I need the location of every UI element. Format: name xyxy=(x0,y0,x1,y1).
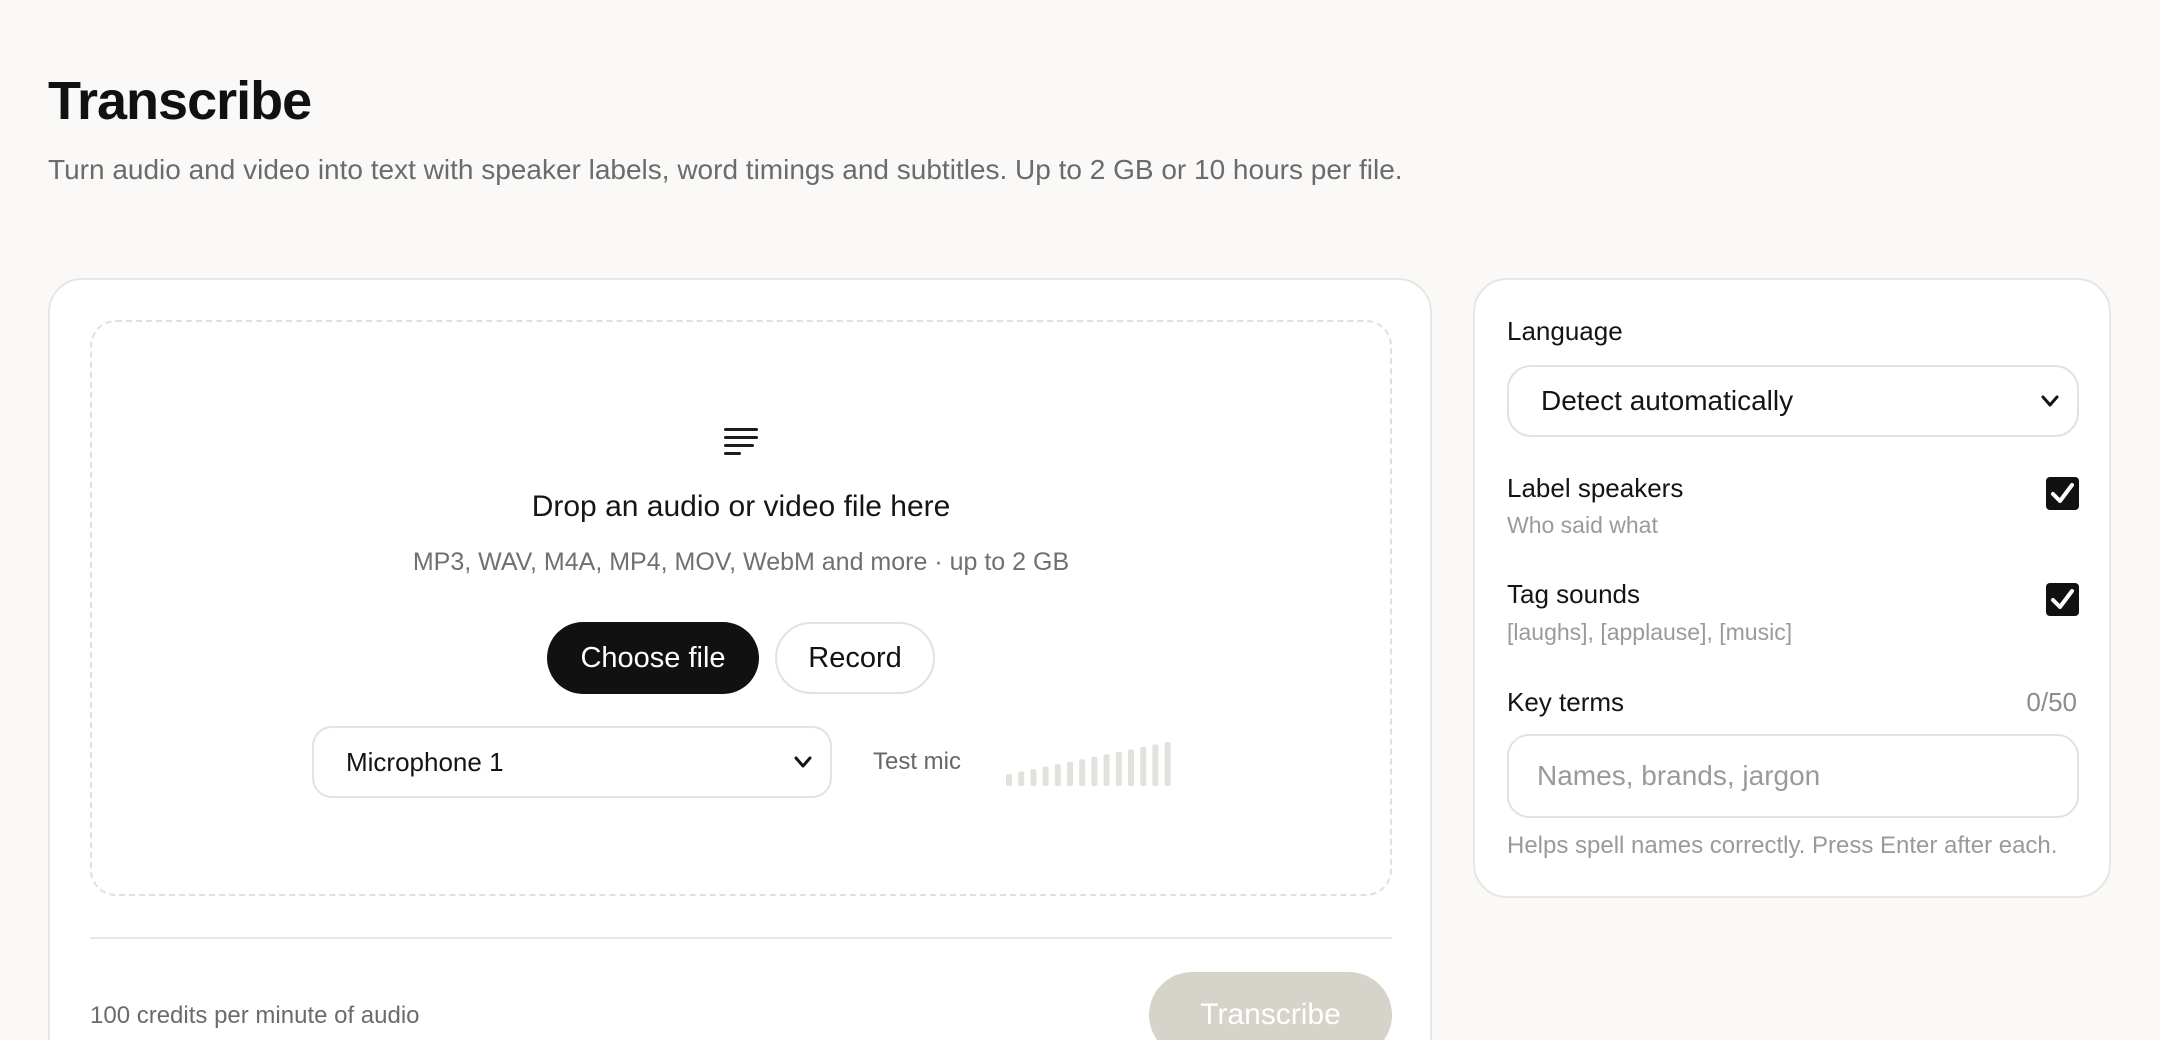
mic-level-bar xyxy=(1018,771,1025,786)
checkmark-icon xyxy=(2051,483,2074,503)
mic-level-meter xyxy=(1006,742,1171,786)
record-button[interactable]: Record xyxy=(775,622,935,694)
mic-level-bar xyxy=(1067,761,1073,786)
chevron-down-icon xyxy=(794,756,812,768)
mic-level-bar xyxy=(1115,751,1122,786)
label-speakers-checkbox[interactable] xyxy=(2046,477,2079,510)
label-speakers-title: Label speakers xyxy=(1507,473,1684,503)
key-terms-input[interactable] xyxy=(1507,734,2079,818)
supported-formats: MP3, WAV, M4A, MP4, MOV, WebM and more ·… xyxy=(412,548,1070,576)
key-terms-count: 0/50 xyxy=(2026,687,2077,717)
choose-file-button[interactable]: Choose file xyxy=(547,622,759,694)
page-subtitle: Turn audio and video into text with spea… xyxy=(48,154,1403,185)
label-speakers-description: Who said what xyxy=(1507,512,1658,538)
mic-level-bar xyxy=(1164,742,1171,786)
transcribe-button[interactable]: Transcribe xyxy=(1149,972,1392,1040)
mic-level-bar xyxy=(1091,756,1098,786)
tag-sounds-title: Tag sounds xyxy=(1507,579,1640,609)
microphone-select[interactable]: Microphone 1 xyxy=(312,726,832,798)
checkmark-icon xyxy=(2051,589,2074,609)
mic-level-bar xyxy=(1006,774,1012,786)
mic-level-bar xyxy=(1103,754,1110,786)
mic-level-bar xyxy=(1128,749,1134,786)
mic-level-bar xyxy=(1054,764,1061,786)
language-select[interactable]: Detect automatically xyxy=(1507,365,2079,437)
mic-level-bar xyxy=(1079,759,1086,786)
credits-info: 100 credits per minute of audio xyxy=(90,1002,420,1029)
microphone-select-value: Microphone 1 xyxy=(346,746,504,777)
page-title: Transcribe xyxy=(48,71,312,131)
language-label: Language xyxy=(1507,316,1623,346)
settings-card: Language Detect automatically Label spea… xyxy=(1473,278,2111,898)
dropzone[interactable]: Drop an audio or video file here MP3, WA… xyxy=(90,320,1392,896)
key-terms-help: Helps spell names correctly. Press Enter… xyxy=(1507,832,2058,859)
chevron-down-icon xyxy=(2041,395,2059,407)
mic-level-bar xyxy=(1140,746,1147,786)
key-terms-label: Key terms xyxy=(1507,687,1625,717)
transcribe-page: Transcribe Turn audio and video into tex… xyxy=(0,0,2160,1040)
tag-sounds-description: [laughs], [applause], [music] xyxy=(1507,619,1793,645)
mic-level-bar xyxy=(1042,766,1049,786)
mic-level-bar xyxy=(1152,744,1159,786)
language-select-value: Detect automatically xyxy=(1541,385,1794,416)
tag-sounds-checkbox[interactable] xyxy=(2046,583,2079,616)
dropzone-title: Drop an audio or video file here xyxy=(531,490,951,523)
document-lines-icon xyxy=(724,428,758,455)
mic-level-bar xyxy=(1030,769,1037,786)
upload-card: Drop an audio or video file here MP3, WA… xyxy=(48,278,1432,1040)
test-mic-button[interactable]: Test mic xyxy=(873,748,961,776)
card-divider xyxy=(90,937,1392,939)
